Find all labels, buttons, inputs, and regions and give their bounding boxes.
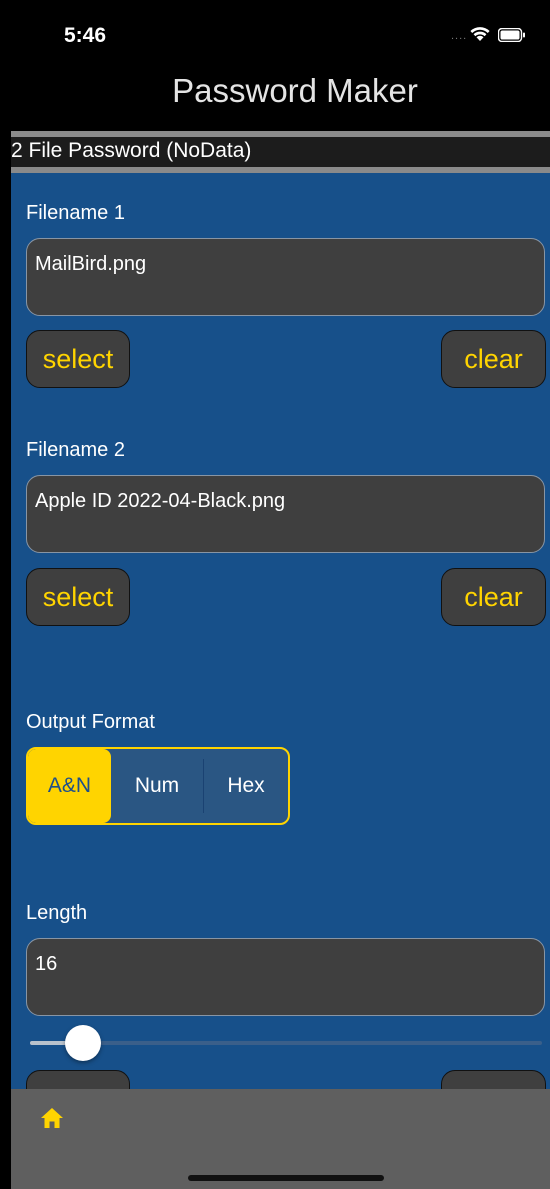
content-area: Filename 1 MailBird.png select clear Fil…	[11, 173, 550, 1110]
left-edge	[0, 0, 11, 1189]
header-title: 2 File Password (NoData)	[11, 139, 252, 162]
clear-file-2-button[interactable]: clear	[441, 568, 546, 626]
output-format-label: Output Format	[26, 711, 155, 733]
filename-2-label: Filename 2	[26, 439, 125, 461]
length-slider-thumb[interactable]	[64, 1025, 101, 1061]
length-slider-track[interactable]	[30, 1041, 542, 1045]
status-bar: 5:46 ....	[0, 0, 550, 62]
filename-2-value: Apple ID 2022-04-Black.png	[35, 490, 286, 512]
length-field[interactable]: 16	[26, 938, 545, 1016]
signal-dots: ....	[451, 30, 468, 42]
nav-title: Password Maker	[172, 72, 418, 109]
battery-icon	[498, 28, 525, 42]
status-time: 5:46	[64, 24, 107, 47]
filename-1-field[interactable]: MailBird.png	[26, 238, 545, 316]
output-format-control: A&N Num Hex	[26, 747, 290, 825]
home-indicator	[188, 1175, 384, 1181]
filename-1-value: MailBird.png	[35, 253, 147, 275]
header-divider-top	[11, 131, 550, 137]
select-file-2-button[interactable]: select	[26, 568, 130, 626]
filename-1-label: Filename 1	[26, 202, 125, 224]
header-bar: 2 File Password (NoData)	[11, 131, 550, 173]
format-option-hex[interactable]: Hex	[204, 749, 288, 823]
wifi-icon	[470, 27, 490, 41]
select-file-1-button[interactable]: select	[26, 330, 130, 388]
tab-bar	[11, 1089, 550, 1189]
format-option-num[interactable]: Num	[111, 749, 203, 823]
home-icon[interactable]	[40, 1107, 64, 1129]
clear-file-1-button[interactable]: clear	[441, 330, 546, 388]
filename-2-field[interactable]: Apple ID 2022-04-Black.png	[26, 475, 545, 553]
app-screen: 5:46 .... Password Maker 2 File Password…	[0, 0, 550, 1189]
length-label: Length	[26, 902, 88, 924]
format-option-alnum[interactable]: A&N	[28, 749, 111, 823]
length-value: 16	[35, 953, 58, 975]
